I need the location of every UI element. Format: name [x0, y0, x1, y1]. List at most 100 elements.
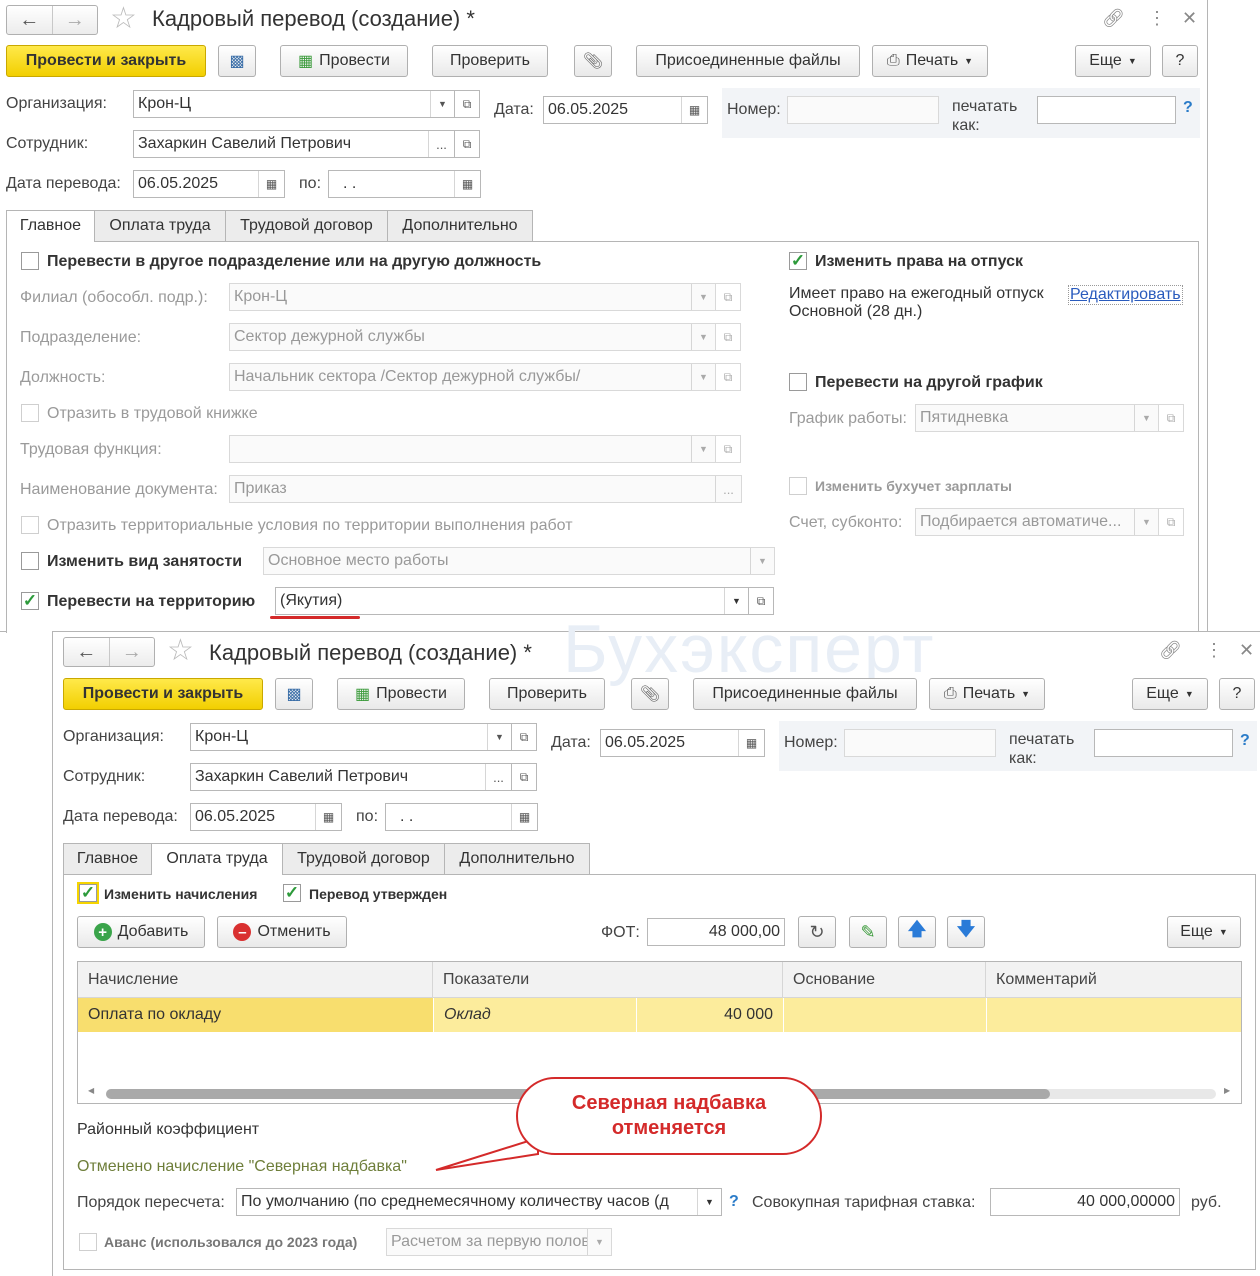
forward-arrow-icon[interactable]: → [108, 638, 155, 666]
calendar-icon[interactable]: ▦ [454, 171, 480, 197]
attach-button[interactable]: 📎︎ [631, 678, 669, 710]
post-and-close-button[interactable]: Провести и закрыть [63, 678, 263, 710]
open-icon[interactable]: ⧉ [715, 283, 741, 311]
vacation-rights-checkbox[interactable]: ✓ [789, 252, 807, 270]
to-date-field[interactable]: . . ▦ [385, 803, 538, 831]
org-field[interactable]: Крон-Ц ▼ [133, 90, 455, 118]
print-as-field[interactable] [1037, 96, 1176, 124]
change-accruals-checkbox[interactable]: ✓ [77, 882, 99, 904]
link-icon[interactable]: 🔗︎ [1159, 640, 1182, 661]
link-icon[interactable]: 🔗︎ [1102, 8, 1125, 29]
workbook-checkbox[interactable] [21, 404, 39, 422]
cell-indicator-amount[interactable]: 40 000 [637, 998, 783, 1032]
tab-payment[interactable]: Оплата труда [94, 210, 226, 242]
chevron-down-icon[interactable]: ▼ [691, 364, 715, 390]
calendar-icon[interactable]: ▦ [681, 97, 707, 123]
employment-type-checkbox[interactable] [21, 552, 39, 570]
refresh-button[interactable]: ↻ [798, 916, 836, 948]
forward-arrow-icon[interactable]: → [51, 6, 98, 34]
tab-main[interactable]: Главное [6, 210, 95, 242]
open-icon[interactable]: ⧉ [454, 130, 480, 158]
check-button[interactable]: Проверить [432, 45, 548, 77]
chevron-down-icon[interactable]: ▼ [691, 324, 715, 350]
branch-field[interactable]: Крон-Ц ▼ [229, 283, 716, 311]
labor-function-field[interactable]: ▼ [229, 435, 716, 463]
move-up-button[interactable]: 🡅 [898, 916, 936, 948]
employment-type-field[interactable]: Основное место работы ▼ [263, 547, 775, 575]
print-as-field[interactable] [1094, 729, 1233, 757]
back-arrow-icon[interactable]: ← [64, 638, 109, 666]
open-icon[interactable]: ⧉ [454, 90, 480, 118]
number-field[interactable] [787, 96, 939, 124]
print-button[interactable]: ⎙ Печать ▼ [929, 678, 1045, 710]
employee-field[interactable]: Захаркин Савелий Петрович... [190, 763, 512, 791]
open-icon[interactable]: ⧉ [715, 323, 741, 351]
save-button[interactable]: ▩ [275, 678, 313, 710]
col-header-comment[interactable]: Комментарий [986, 962, 1241, 998]
schedule-field[interactable]: Пятидневка ▼ [915, 404, 1159, 432]
back-arrow-icon[interactable]: ← [7, 6, 52, 34]
advance-checkbox[interactable] [79, 1233, 97, 1251]
chevron-down-icon[interactable]: ▼ [430, 91, 454, 117]
org-field[interactable]: Крон-Ц ▼ [190, 723, 512, 751]
cancel-button[interactable]: – Отменить [217, 916, 347, 948]
help-question-icon[interactable]: ? [1240, 732, 1250, 750]
cell-basis[interactable] [784, 998, 986, 1032]
calendar-icon[interactable]: ▦ [738, 730, 764, 756]
position-field[interactable]: Начальник сектора /Сектор дежурной служб… [229, 363, 716, 391]
tab-labor-contract[interactable]: Трудовой договор [282, 843, 445, 875]
open-icon[interactable]: ⧉ [511, 763, 537, 791]
post-button[interactable]: ▦ Провести [280, 45, 408, 77]
ellipsis-icon[interactable]: ... [485, 764, 511, 790]
ellipsis-icon[interactable]: ... [428, 131, 454, 157]
move-down-button[interactable]: 🡇 [947, 916, 985, 948]
account-field[interactable]: Подбирается автоматиче... ▼ [915, 508, 1159, 536]
transfer-dept-checkbox[interactable] [21, 252, 39, 270]
scroll-right-icon[interactable]: ▶ [1224, 1086, 1230, 1095]
menu-dots-icon[interactable]: ⋮ [1205, 640, 1223, 661]
help-question-icon[interactable]: ? [1183, 99, 1193, 117]
nav-buttons[interactable]: ← → [63, 637, 155, 667]
tab-additional[interactable]: Дополнительно [444, 843, 590, 875]
tab-additional[interactable]: Дополнительно [387, 210, 533, 242]
chevron-down-icon[interactable]: ▼ [697, 1189, 721, 1215]
help-button[interactable]: ? [1219, 678, 1255, 710]
favorite-star-icon[interactable]: ☆ [167, 636, 194, 666]
add-button[interactable]: + Добавить [77, 916, 205, 948]
chevron-down-icon[interactable]: ▼ [1134, 509, 1158, 535]
tab-labor-contract[interactable]: Трудовой договор [225, 210, 388, 242]
advance-field[interactable]: Расчетом за первую полови ▼ [386, 1228, 612, 1256]
chevron-down-icon[interactable]: ▼ [691, 436, 715, 462]
tab-payment[interactable]: Оплата труда [151, 843, 283, 875]
close-icon[interactable]: ✕ [1182, 8, 1197, 29]
open-icon[interactable]: ⧉ [1158, 404, 1184, 432]
chevron-down-icon[interactable]: ▼ [487, 724, 511, 750]
menu-dots-icon[interactable]: ⋮ [1148, 8, 1166, 29]
nav-buttons[interactable]: ← → [6, 5, 98, 35]
accounting-checkbox[interactable] [789, 477, 807, 495]
post-button[interactable]: ▦ Провести [337, 678, 465, 710]
dept-field[interactable]: Сектор дежурной службы ▼ [229, 323, 716, 351]
doc-name-field[interactable]: Приказ... [229, 475, 742, 503]
col-header-accrual[interactable]: Начисление [78, 962, 433, 998]
ellipsis-icon[interactable]: ... [715, 476, 741, 502]
schedule-checkbox[interactable] [789, 373, 807, 391]
territory-checkbox[interactable]: ✓ [21, 592, 39, 610]
attached-files-button[interactable]: Присоединенные файлы [693, 678, 917, 710]
edit-button[interactable]: ✎ [849, 916, 887, 948]
attach-button[interactable]: 📎︎ [574, 45, 612, 77]
open-icon[interactable]: ⧉ [511, 723, 537, 751]
calendar-icon[interactable]: ▦ [511, 804, 537, 830]
transfer-date-field[interactable]: 06.05.2025 ▦ [133, 170, 285, 198]
save-button[interactable]: ▩ [218, 45, 256, 77]
more-button[interactable]: Еще ▼ [1132, 678, 1208, 710]
number-field[interactable] [844, 729, 996, 757]
tab-main[interactable]: Главное [63, 843, 152, 875]
transfer-approved-checkbox[interactable]: ✓ [283, 884, 301, 902]
favorite-star-icon[interactable]: ☆ [110, 4, 137, 34]
chevron-down-icon[interactable]: ▼ [1134, 405, 1158, 431]
open-icon[interactable]: ⧉ [1158, 508, 1184, 536]
post-and-close-button[interactable]: Провести и закрыть [6, 45, 206, 77]
help-button[interactable]: ? [1162, 45, 1198, 77]
check-button[interactable]: Проверить [489, 678, 605, 710]
